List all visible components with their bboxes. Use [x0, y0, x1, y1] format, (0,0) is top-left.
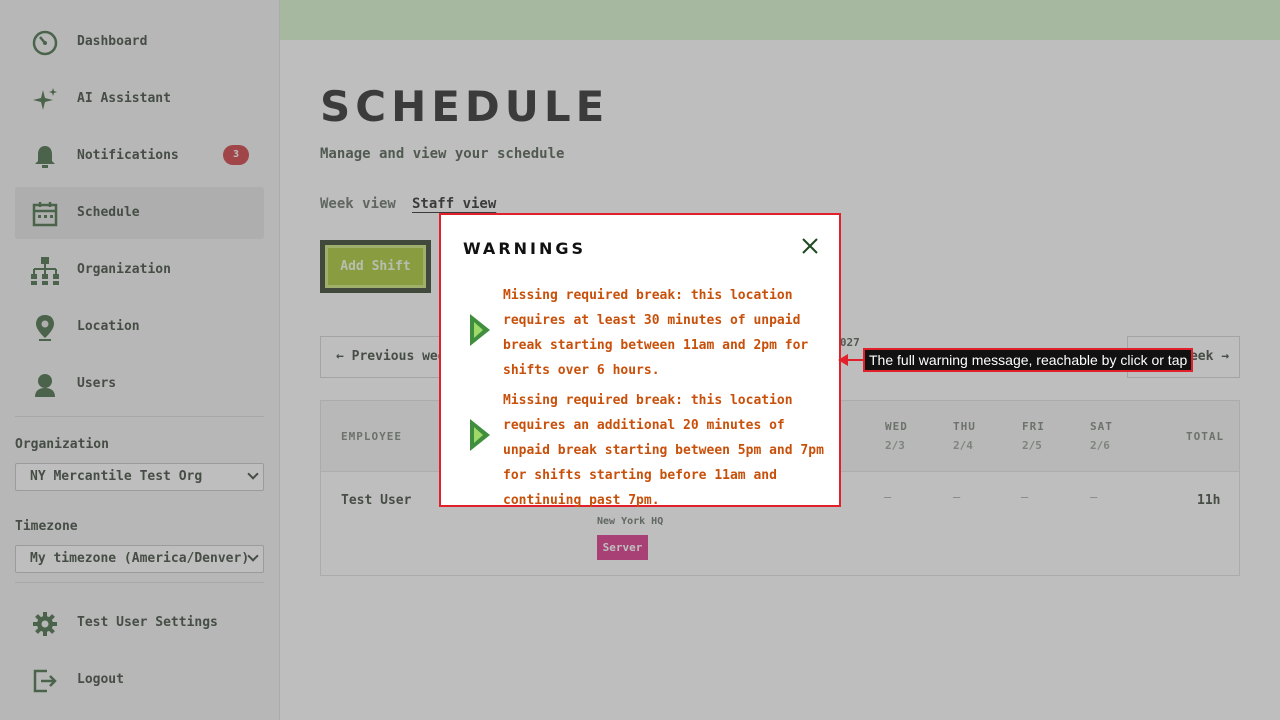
modal-title: WARNINGS	[463, 239, 587, 258]
close-icon[interactable]	[799, 235, 821, 257]
annotation-callout: The full warning message, reachable by c…	[863, 348, 1194, 372]
annotation-connector	[846, 359, 863, 361]
warning-text: Missing required break: this location re…	[503, 393, 824, 508]
warning-arrow-icon	[469, 313, 491, 347]
warning-text: Missing required break: this location re…	[503, 288, 809, 378]
warning-arrow-icon	[469, 418, 491, 452]
warnings-modal: WARNINGS Missing required break: this lo…	[439, 213, 841, 508]
